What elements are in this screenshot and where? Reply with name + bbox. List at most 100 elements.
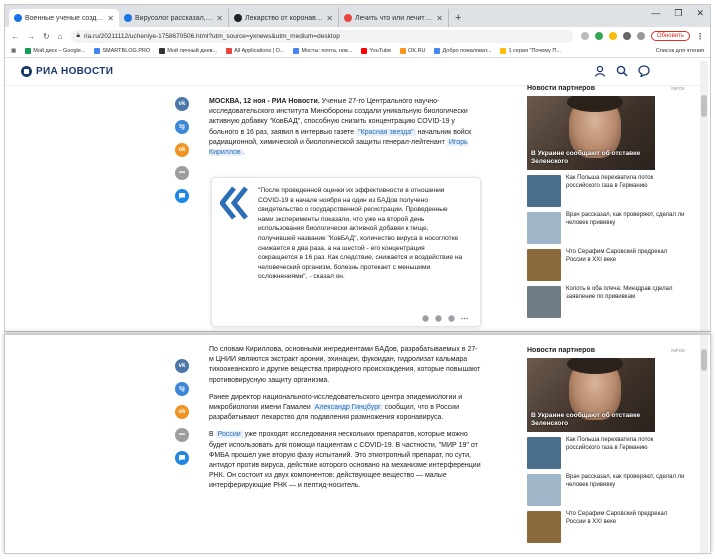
search-icon[interactable] [616,65,628,77]
user-icon[interactable] [594,65,606,77]
partners-tag: INFOX [671,86,685,91]
bookmark-item[interactable]: Добро пожаловат... [434,48,491,54]
article-body-bottom: По словам Кириллова, основными ингредиен… [209,345,481,499]
partners-header: Новости партнеров INFOX [527,347,685,354]
chat-icon[interactable] [638,65,650,77]
partner-thumb [527,437,561,469]
bookmark-item[interactable]: Мой личный днев... [159,48,217,54]
scrollbar-thumb[interactable] [701,349,707,371]
vk-icon[interactable] [435,315,442,322]
article-body-top: МОСКВА, 12 ноя - РИА Новости. Ученые 27-… [209,97,481,165]
update-button[interactable]: Обновить [650,31,690,41]
bookmark-item[interactable]: Мой диск – Google... [25,48,85,54]
article-paragraph: МОСКВА, 12 ноя - РИА Новости. Ученые 27-… [209,98,472,157]
quote-block: "После проведенной оценки их эффективнос… [211,177,481,327]
partner-item[interactable]: Что Серафим Саровский предрекал России в… [527,249,685,281]
extension-icon[interactable] [622,32,631,40]
browser-window-top: Военные ученые создали БАД ✕ Вирусолог р… [4,4,711,332]
partner-hero-card[interactable]: В Украине сообщают об отставке Зеленског… [527,358,655,432]
scrollbar-thumb[interactable] [701,95,707,117]
close-tab-icon[interactable]: ✕ [216,14,223,23]
scrollbar[interactable] [700,335,708,553]
extensions-area: Обновить ⋮ [580,31,704,41]
comments-button[interactable] [175,451,189,465]
partner-thumb [527,474,561,506]
new-tab-button[interactable]: + [449,12,467,27]
telegram-icon[interactable] [422,315,429,322]
quote-actions [422,315,468,322]
extension-icon[interactable] [580,32,589,40]
comment-icon [179,193,185,199]
extension-icon[interactable] [608,32,617,40]
tab-strip: Военные ученые создали БАД ✕ Вирусолог р… [5,5,710,27]
bookmark-item[interactable]: 1 серия "Почему П... [500,48,561,54]
vk-share-button[interactable]: vk [175,97,189,111]
article-paragraph: В России уже проходят исследования неско… [209,431,481,490]
partners-header: Новости партнеров INFOX [527,85,685,92]
partner-item[interactable]: Как Польша перехватила поток российского… [527,437,685,469]
partner-item[interactable]: Что Серафим Саровский предрекал России в… [527,511,685,543]
scrollbar[interactable] [700,61,708,331]
menu-icon[interactable]: ⋮ [696,32,704,41]
more-icon[interactable] [461,315,468,322]
link-krasnaya-zvezda[interactable]: "Красная звезда" [356,128,416,136]
reading-list[interactable]: Список для чтения [656,48,704,54]
bookmark-item[interactable]: Мосты: почта, нов... [293,48,352,54]
tab-favicon [344,14,352,22]
partner-thumb [527,511,561,543]
site-header: РИА НОВОСТИ [5,58,710,86]
forward-icon[interactable]: → [27,32,35,41]
partner-item[interactable]: Врач рассказал, как проверяют, сделал ли… [527,212,685,244]
partner-thumb [527,249,561,281]
partner-hero-card[interactable]: В Украине сообщают об отставке Зеленског… [527,96,655,170]
tab-title: Лечить что или лечить от чего [355,14,433,22]
bookmark-item[interactable]: All Applications | O... [226,48,284,54]
quote-icon [220,186,248,220]
back-icon[interactable]: ← [11,32,19,41]
partner-thumb [527,286,561,318]
link-rossii[interactable]: России [215,431,243,439]
apps-icon[interactable]: ▦ [11,48,16,54]
partner-thumb [527,212,561,244]
article-paragraph: По словам Кириллова, основными ингредиен… [209,346,481,384]
tab-4[interactable]: Лечить что или лечить от чего ✕ [339,9,449,27]
ok-share-button[interactable]: ok [175,405,189,419]
ok-share-button[interactable]: ok [175,143,189,157]
tab-2[interactable]: Вирусолог рассказал, когда Ро ✕ [119,9,229,27]
extension-icon[interactable] [594,32,603,40]
tab-3[interactable]: Лекарство от коронавируса из ✕ [229,9,339,27]
maximize-icon[interactable]: ❐ [674,8,682,19]
telegram-share-button[interactable]: tg [175,120,189,134]
partner-thumb [527,175,561,207]
home-icon[interactable]: ⌂ [58,32,63,41]
browser-window-bottom: vk tg ok ••• По словам Кириллова, основн… [4,334,711,554]
close-tab-icon[interactable]: ✕ [326,14,333,23]
close-tab-icon[interactable]: ✕ [436,14,443,23]
bookmark-item[interactable]: SMARTBLOG.PRO [94,48,150,54]
hero-caption: В Украине сообщают об отставке Зеленског… [531,412,641,427]
comments-button[interactable] [175,189,189,203]
url-field[interactable]: 🔒︎ ria.ru/20211112/ucheniye-1758670506.h… [70,29,573,43]
tab-title: Лекарство от коронавируса из [245,14,324,22]
bookmark-item[interactable]: OK.RU [400,48,425,54]
partner-item[interactable]: Колоть в оба плеча: Минздрав сделал заяв… [527,286,685,318]
reload-icon[interactable]: ↻ [43,32,50,41]
site-logo[interactable]: РИА НОВОСТИ [21,66,113,77]
vk-share-button[interactable]: vk [175,359,189,373]
partner-item[interactable]: Врач рассказал, как проверяют, сделал ли… [527,474,685,506]
more-share-button[interactable]: ••• [175,166,189,180]
profile-avatar[interactable] [636,32,645,40]
minimize-icon[interactable]: — [651,8,660,19]
url-text: ria.ru/20211112/ucheniye-1758670506.html… [84,32,340,40]
partners-title: Новости партнеров [527,85,596,92]
close-window-icon[interactable]: ✕ [696,8,704,19]
more-share-button[interactable]: ••• [175,428,189,442]
telegram-share-button[interactable]: tg [175,382,189,396]
tab-1[interactable]: Военные ученые создали БАД ✕ [9,9,119,27]
link-aleksandr-gintsburg[interactable]: Александр Гинцбург [312,404,383,412]
partners-sidebar-bottom: Новости партнеров INFOX В Украине сообща… [527,347,685,543]
close-tab-icon[interactable]: ✕ [107,14,114,23]
bookmark-item[interactable]: YouTube [361,48,391,54]
ok-icon[interactable] [448,315,455,322]
partner-item[interactable]: Как Польша перехватила поток российского… [527,175,685,207]
